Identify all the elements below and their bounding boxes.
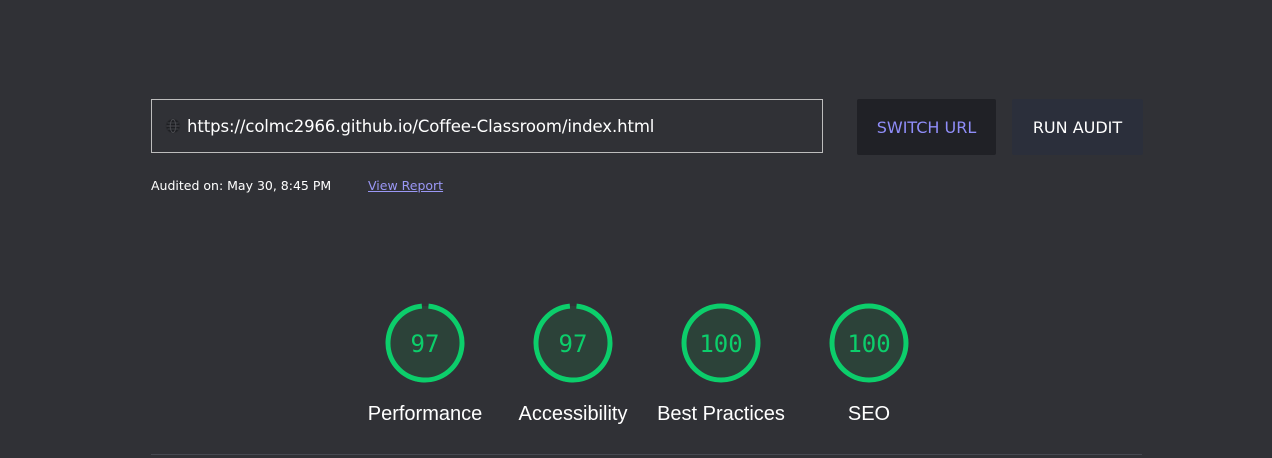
score-ring: 97: [385, 303, 465, 383]
gauge-best-practices[interactable]: 100 Best Practices: [646, 302, 796, 432]
score-value: 100: [847, 330, 890, 358]
globe-icon: [165, 118, 181, 134]
url-value: https://colmc2966.github.io/Coffee-Class…: [187, 116, 655, 136]
score-ring: 100: [681, 303, 761, 383]
category-label: Performance: [367, 403, 483, 425]
gauge-performance[interactable]: 97 Performance: [350, 302, 500, 432]
category-label: Best Practices: [657, 403, 785, 425]
category-label: Accessibility: [518, 403, 628, 425]
view-report-link[interactable]: View Report: [368, 178, 443, 193]
audited-timestamp: Audited on: May 30, 8:45 PM: [151, 178, 332, 193]
score-value: 97: [411, 330, 440, 358]
run-audit-button[interactable]: RUN AUDIT: [1012, 99, 1143, 155]
divider: [151, 454, 1142, 455]
score-value: 97: [559, 330, 588, 358]
score-value: 100: [699, 330, 742, 358]
switch-url-button[interactable]: SWITCH URL: [857, 99, 996, 155]
lighthouse-audit-page: https://colmc2966.github.io/Coffee-Class…: [0, 0, 1272, 458]
url-input[interactable]: https://colmc2966.github.io/Coffee-Class…: [151, 99, 823, 153]
gauge-seo[interactable]: 100 SEO: [794, 302, 944, 432]
category-label: SEO: [847, 403, 891, 425]
score-ring: 100: [829, 303, 909, 383]
gauge-accessibility[interactable]: 97 Accessibility: [498, 302, 648, 432]
score-ring: 97: [533, 303, 613, 383]
